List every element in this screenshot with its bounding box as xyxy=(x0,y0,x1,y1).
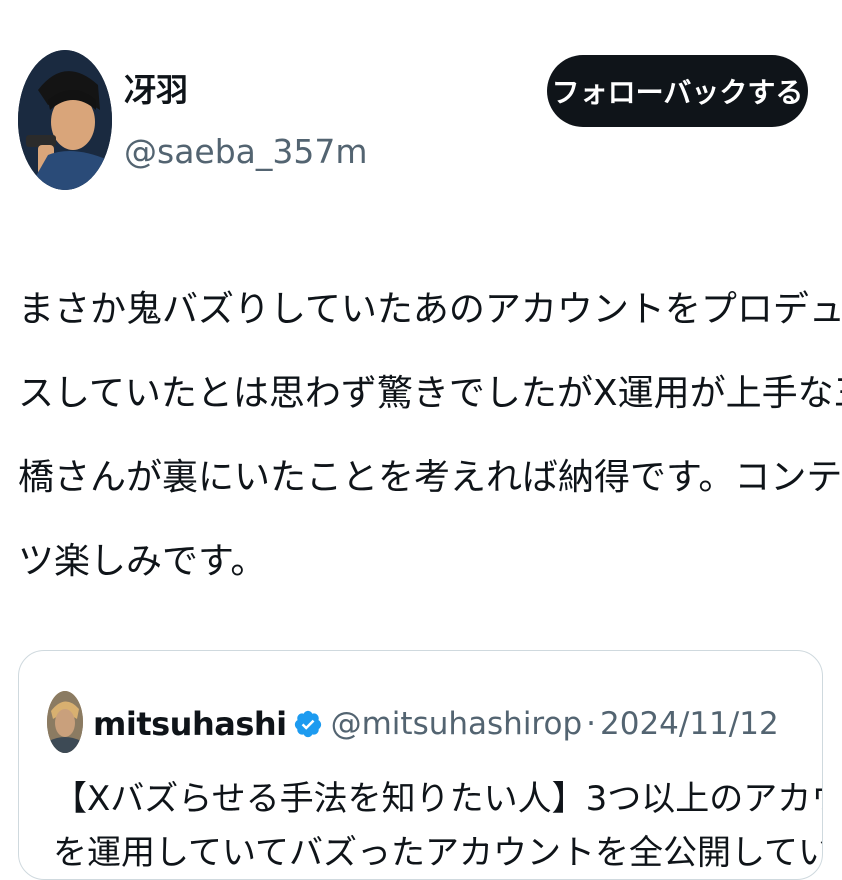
quoted-tweet-header: mitsuhashi @mitsuhashirop · 2024/11/12 xyxy=(93,701,779,747)
quoted-tweet-text-cut: を運用していてバズったアカウントを全公開しています xyxy=(53,833,823,873)
follow-back-button[interactable]: フォローバックする xyxy=(547,55,808,127)
display-name[interactable]: 冴羽 xyxy=(124,70,188,110)
tweet-text-line: スしていたとは思わず驚きでしたがX運用が上手な三 xyxy=(18,373,842,414)
tweet-text: まさか鬼バズりしていたあのアカウントをプロデュー スしていたとは思わず驚きでした… xyxy=(18,268,842,604)
user-avatar[interactable] xyxy=(18,50,112,190)
quoted-tweet-card[interactable]: mitsuhashi @mitsuhashirop · 2024/11/12 【… xyxy=(18,650,823,880)
separator-dot: · xyxy=(586,706,596,742)
tweet-text-line: ツ楽しみです。 xyxy=(18,541,267,582)
user-handle[interactable]: @saeba_357m xyxy=(124,132,368,172)
verified-badge-icon xyxy=(294,710,321,738)
quoted-avatar-image xyxy=(47,691,83,753)
quoted-tweet-date[interactable]: 2024/11/12 xyxy=(600,706,779,742)
quoted-user-handle[interactable]: @mitsuhashirop xyxy=(331,706,583,742)
avatar-image xyxy=(18,50,112,190)
tweet-text-line: まさか鬼バズりしていたあのアカウントをプロデュー xyxy=(18,289,842,330)
quoted-user-avatar[interactable] xyxy=(47,691,83,753)
tweet-text-line: 橋さんが裏にいたことを考えれば納得です。コンテン xyxy=(18,457,842,498)
quoted-tweet-text: 【Xバズらせる手法を知りたい人】3つ以上のアカウント xyxy=(53,779,822,819)
quoted-display-name[interactable]: mitsuhashi xyxy=(93,705,287,743)
